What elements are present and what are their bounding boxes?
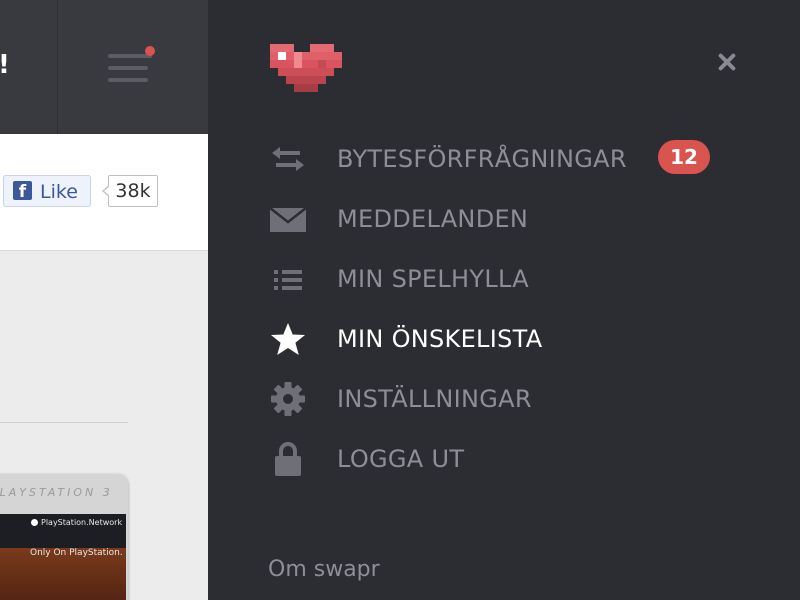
- menu-item-trade-requests[interactable]: BYTESFÖRFRÅGNINGAR 12: [268, 139, 748, 179]
- hamburger-line: [108, 78, 148, 82]
- social-bar: f Like 38k: [0, 134, 208, 251]
- about-link[interactable]: Om swapr: [268, 557, 380, 582]
- pixel-heart-logo[interactable]: [270, 44, 342, 96]
- list-icon: [268, 261, 308, 297]
- psn-icon: [31, 519, 38, 526]
- top-bar: !: [0, 0, 208, 134]
- menu-item-wishlist[interactable]: MIN ÖNSKELISTA: [268, 319, 748, 359]
- envelope-icon: [268, 201, 308, 237]
- like-count: 38k: [102, 175, 158, 207]
- menu-item-game-shelf[interactable]: MIN SPELHYLLA: [268, 259, 748, 299]
- psn-label: PlayStation.Network: [41, 518, 123, 527]
- menu-item-label: MIN ÖNSKELISTA: [337, 325, 543, 353]
- only-on-playstation-label: Only On PlayStation.: [30, 548, 123, 558]
- menu-item-label: BYTESFÖRFRÅGNINGAR: [337, 145, 627, 173]
- facebook-like-button[interactable]: f Like: [3, 175, 91, 207]
- header-text: !: [0, 50, 10, 80]
- menu-toggle-button[interactable]: [108, 46, 155, 88]
- star-icon: [268, 321, 308, 357]
- menu-item-settings[interactable]: INSTÄLLNINGAR: [268, 379, 748, 419]
- page-content: ! f Like 38k PLAYSTATION 3 PlayStation.N…: [0, 0, 208, 600]
- like-label: Like: [40, 181, 78, 203]
- menu-item-label: MIN SPELHYLLA: [337, 265, 529, 293]
- menu-item-label: MEDDELANDEN: [337, 205, 529, 233]
- notification-dot: [145, 46, 155, 56]
- case-brand-text: PLAYSTATION 3: [0, 486, 113, 499]
- header-divider: [57, 0, 58, 134]
- menu-item-label: INSTÄLLNINGAR: [337, 385, 532, 413]
- swap-arrows-icon: [268, 141, 308, 177]
- content-divider: [0, 422, 128, 423]
- side-menu: BYTESFÖRFRÅGNINGAR 12 MEDDELANDEN MIN SP…: [208, 0, 800, 600]
- gear-icon: [268, 381, 308, 417]
- notification-badge: 12: [658, 140, 710, 174]
- game-cover[interactable]: PLAYSTATION 3: [0, 474, 128, 600]
- menu-item-messages[interactable]: MEDDELANDEN: [268, 199, 748, 239]
- lock-icon: [268, 441, 308, 477]
- facebook-icon: f: [13, 181, 32, 200]
- hamburger-line: [108, 54, 152, 58]
- menu-item-logout[interactable]: LOGGA UT: [268, 439, 748, 479]
- close-icon[interactable]: [714, 48, 742, 76]
- menu-item-label: LOGGA UT: [337, 445, 465, 473]
- hamburger-line: [108, 66, 148, 70]
